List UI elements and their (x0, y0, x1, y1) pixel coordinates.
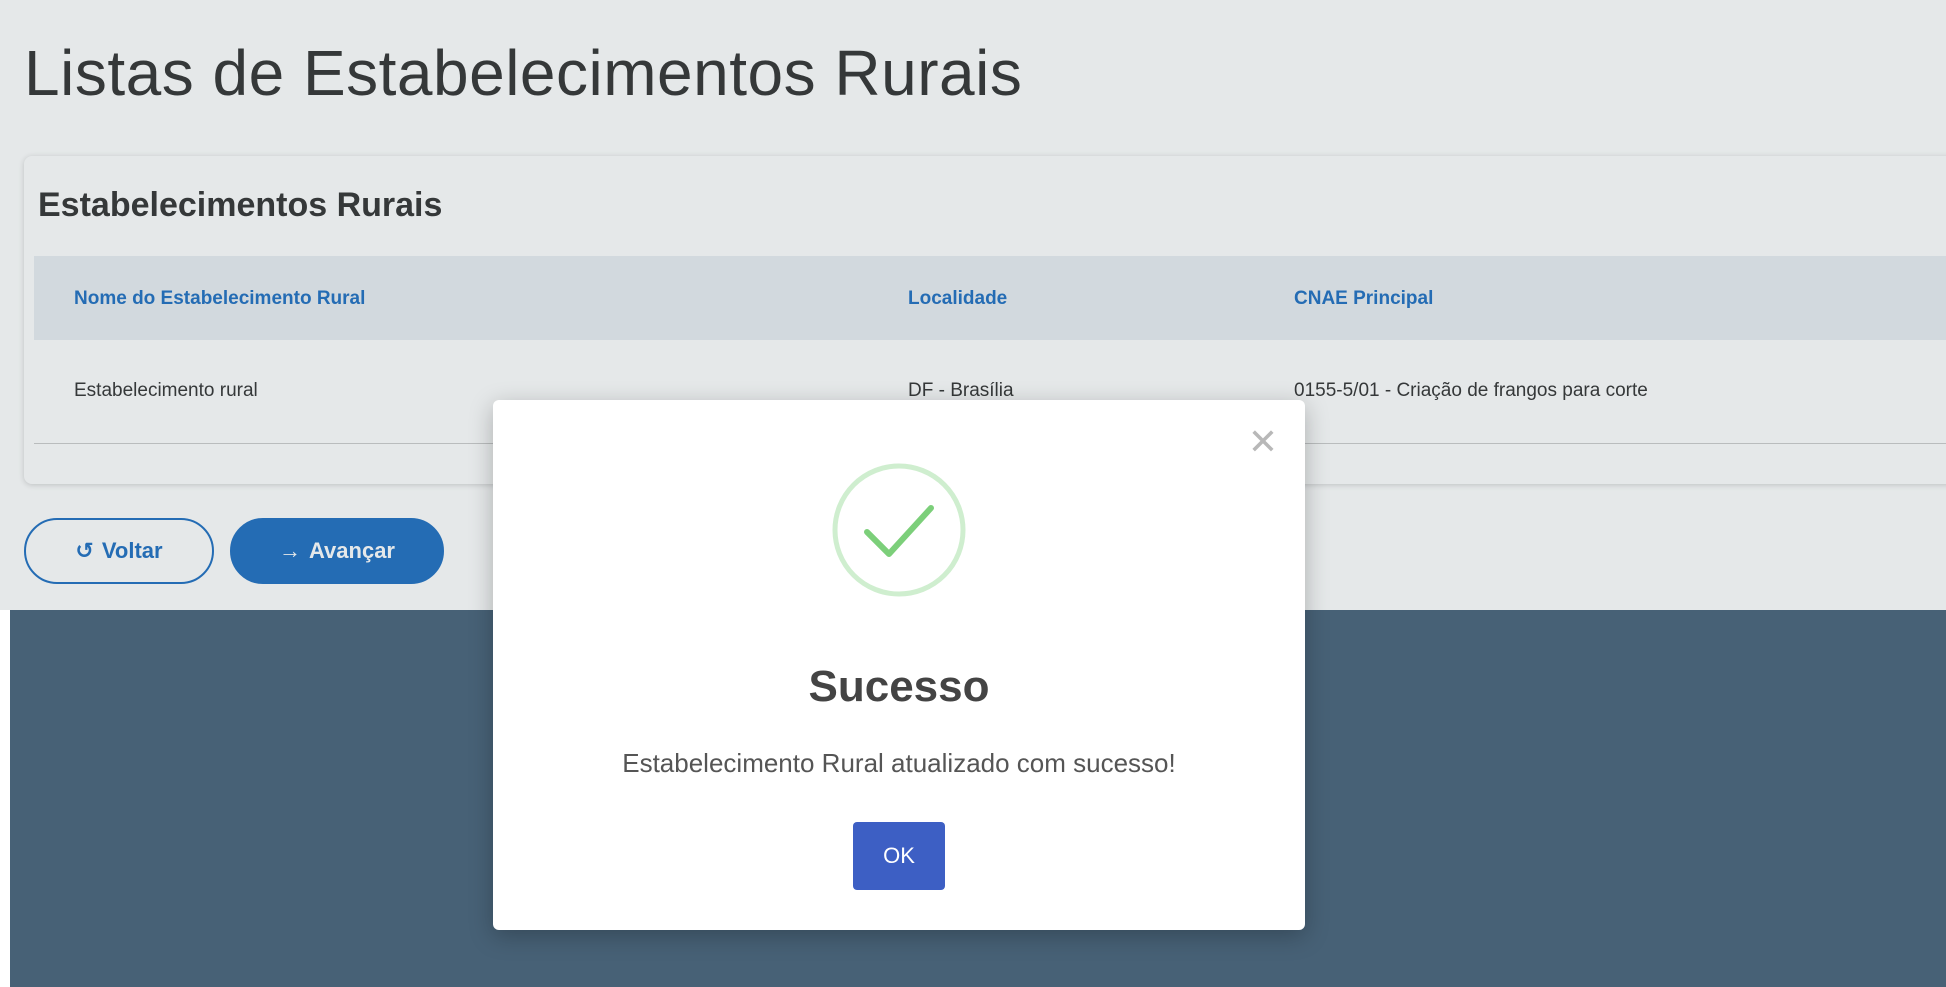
left-edge (0, 610, 10, 987)
ok-button[interactable]: OK (853, 822, 945, 890)
screen: Listas de Estabelecimentos Rurais Estabe… (0, 0, 1946, 987)
checkmark-icon (832, 463, 966, 597)
success-dialog: ✕ Sucesso Estabelecimento Rural atualiza… (493, 400, 1305, 930)
dialog-title: Sucesso (808, 662, 990, 711)
close-icon[interactable]: ✕ (1243, 421, 1283, 462)
dialog-message: Estabelecimento Rural atualizado com suc… (622, 748, 1176, 778)
